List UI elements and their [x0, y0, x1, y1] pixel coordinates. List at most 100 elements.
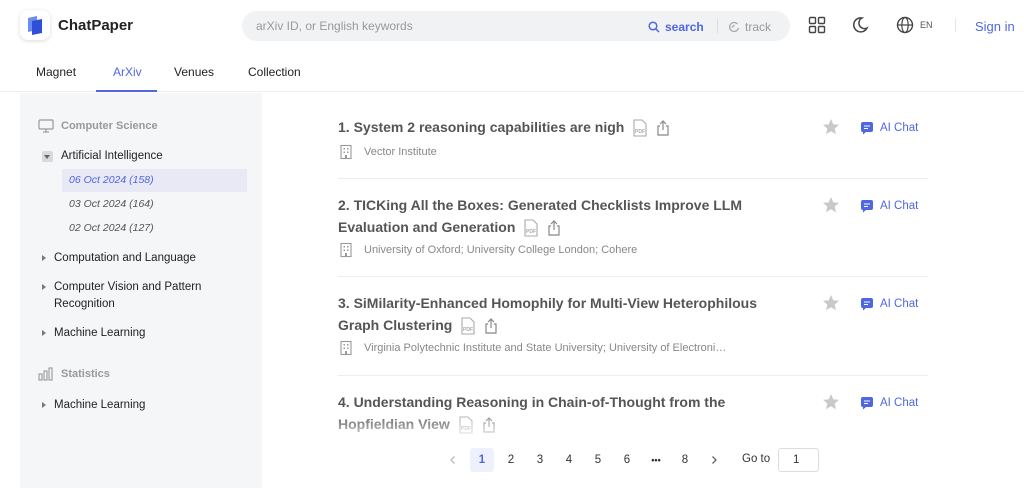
track-button-label: track [745, 19, 772, 34]
category-computer-science: Computer Science [38, 119, 158, 133]
ai-chat-button[interactable]: AI Chat [860, 297, 918, 311]
page-ellipsis[interactable]: ••• [644, 448, 668, 472]
main-tabs: Magnet ArXiv Venues Collection [0, 52, 1024, 92]
track-button[interactable]: track [728, 18, 771, 35]
category-sidebar: Computer Science Artificial Intelligence… [20, 93, 262, 488]
paper-item: 1. System 2 reasoning capabilities are n… [338, 116, 928, 166]
monitor-icon [38, 119, 54, 133]
search-input[interactable] [256, 17, 636, 35]
brand-name[interactable]: ChatPaper [58, 17, 133, 34]
sidebar-item-label: Computation and Language [54, 252, 196, 264]
search-icon [648, 20, 660, 33]
paper-affiliation: Vector Institute [338, 144, 437, 160]
sidebar-item-label: Machine Learning [54, 327, 146, 339]
globe-icon [896, 16, 914, 34]
category-label: Computer Science [61, 120, 158, 132]
paper-divider [338, 276, 928, 277]
chat-bubble-icon [861, 122, 873, 135]
page-5[interactable]: 5 [586, 448, 610, 472]
sidebar-item-label: Machine Learning [54, 399, 146, 411]
share-icon[interactable] [656, 120, 670, 136]
date-item-06-oct-2024[interactable]: 06 Oct 2024 (158) [62, 169, 247, 192]
date-item-03-oct-2024[interactable]: 03 Oct 2024 (164) [62, 193, 247, 216]
paper-title: 3. SiMilarity-Enhanced Homophily for Mul… [338, 292, 788, 336]
paper-title-link[interactable]: 2. TICKing All the Boxes: Generated Chec… [338, 197, 742, 235]
affiliation-text: University of Oxford; University College… [364, 244, 638, 256]
page-1[interactable]: 1 [470, 448, 494, 472]
tab-magnet[interactable]: Magnet [36, 65, 76, 79]
sidebar-item-computer-vision[interactable]: Computer Vision and Pattern Recognition [42, 279, 247, 313]
language-switcher[interactable]: EN [896, 16, 933, 34]
paper-title: 1. System 2 reasoning capabilities are n… [338, 116, 788, 138]
pdf-icon[interactable]: PDF [523, 219, 539, 237]
tab-venues[interactable]: Venues [174, 65, 214, 79]
category-label: Statistics [61, 368, 110, 380]
svg-text:PDF: PDF [526, 229, 536, 235]
page-2[interactable]: 2 [499, 448, 523, 472]
bar-chart-icon [38, 367, 53, 381]
grid-apps-icon[interactable] [808, 16, 826, 34]
search-bar: search track [242, 11, 790, 41]
chevron-left-icon[interactable] [448, 455, 458, 465]
page-8[interactable]: 8 [673, 448, 697, 472]
star-favorite-icon[interactable] [822, 118, 840, 136]
expand-arrow-icon [42, 330, 46, 336]
building-icon [340, 144, 352, 160]
date-item-02-oct-2024[interactable]: 02 Oct 2024 (127) [62, 217, 247, 240]
star-favorite-icon[interactable] [822, 393, 840, 411]
expand-arrow-icon [42, 402, 46, 408]
sidebar-item-label: Artificial Intelligence [61, 150, 163, 162]
paper-item: 2. TICKing All the Boxes: Generated Chec… [338, 194, 928, 264]
paper-item: 3. SiMilarity-Enhanced Homophily for Mul… [338, 292, 928, 362]
share-icon[interactable] [484, 318, 498, 334]
search-divider [717, 19, 718, 33]
page-3[interactable]: 3 [528, 448, 552, 472]
search-button-label: search [665, 19, 704, 34]
sidebar-item-machine-learning[interactable]: Machine Learning [42, 325, 145, 342]
active-tab-indicator [96, 90, 157, 92]
search-button[interactable]: search [648, 18, 704, 35]
chatpaper-logo[interactable] [20, 10, 50, 40]
category-statistics: Statistics [38, 367, 110, 381]
chat-bubble-icon [861, 200, 873, 213]
building-icon [340, 340, 352, 356]
ai-chat-button[interactable]: AI Chat [860, 199, 918, 213]
ai-chat-button[interactable]: AI Chat [860, 121, 918, 135]
paper-title: 2. TICKing All the Boxes: Generated Chec… [338, 194, 788, 238]
page-4[interactable]: 4 [557, 448, 581, 472]
star-favorite-icon[interactable] [822, 294, 840, 312]
sidebar-item-label: Computer Vision and Pattern Recognition [54, 281, 202, 310]
paper-divider [338, 375, 928, 376]
tab-collection[interactable]: Collection [248, 65, 301, 79]
chevron-right-icon[interactable] [709, 455, 719, 465]
sidebar-item-artificial-intelligence[interactable]: Artificial Intelligence [42, 148, 163, 165]
affiliation-text: Virginia Polytechnic Institute and State… [364, 342, 727, 354]
top-header: ChatPaper search track EN Sign in [0, 0, 1024, 52]
svg-text:PDF: PDF [635, 129, 645, 135]
sign-in-link[interactable]: Sign in [975, 19, 1015, 34]
expand-arrow-icon [42, 255, 46, 261]
share-icon[interactable] [547, 220, 561, 236]
ai-chat-label: AI Chat [880, 200, 919, 212]
goto-label: Go to [742, 453, 771, 465]
language-label: EN [920, 20, 933, 30]
dark-mode-moon-icon[interactable] [851, 16, 869, 34]
pagination: 1 2 3 4 5 6 ••• 8 Go to [0, 448, 1024, 472]
goto-page-input[interactable] [778, 448, 819, 472]
paper-title-link[interactable]: 1. System 2 reasoning capabilities are n… [338, 119, 624, 135]
star-favorite-icon[interactable] [822, 196, 840, 214]
pdf-icon[interactable]: PDF [632, 119, 648, 137]
sidebar-item-statistics-machine-learning[interactable]: Machine Learning [42, 397, 145, 414]
paper-affiliation: University of Oxford; University College… [338, 242, 637, 258]
track-icon [729, 21, 740, 32]
page-6[interactable]: 6 [615, 448, 639, 472]
ai-chat-button[interactable]: AI Chat [860, 396, 918, 410]
chat-bubble-icon [861, 298, 873, 311]
sidebar-item-computation-language[interactable]: Computation and Language [42, 250, 196, 267]
tab-arxiv[interactable]: ArXiv [113, 65, 142, 79]
ai-chat-label: AI Chat [880, 122, 919, 134]
svg-text:PDF: PDF [463, 327, 473, 333]
pdf-icon[interactable]: PDF [460, 317, 476, 335]
expand-arrow-icon [42, 284, 46, 290]
paper-title-link[interactable]: 3. SiMilarity-Enhanced Homophily for Mul… [338, 295, 757, 333]
